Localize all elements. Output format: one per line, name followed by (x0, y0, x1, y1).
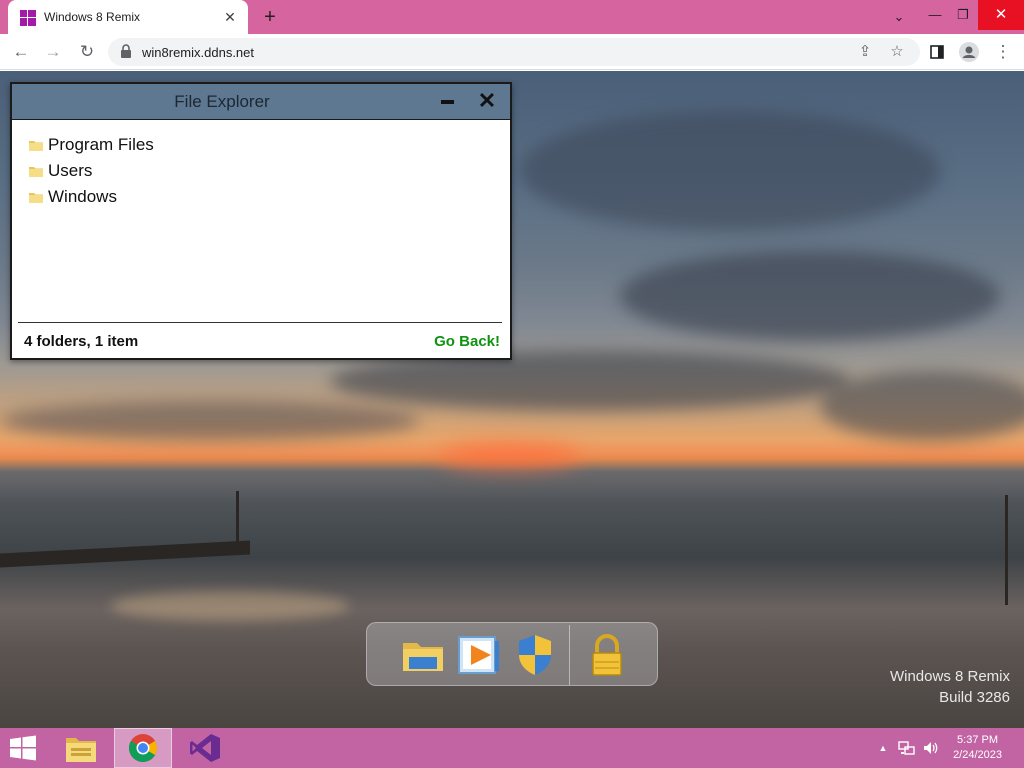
tab-title: Windows 8 Remix (44, 10, 141, 24)
close-icon[interactable]: ✕ (475, 88, 499, 114)
status-text: 4 folders, 1 item (24, 333, 139, 350)
visual-studio-icon (190, 734, 220, 762)
taskbar-app-chrome[interactable] (114, 728, 172, 768)
profile-icon[interactable] (956, 39, 982, 65)
side-panel-icon[interactable] (924, 39, 950, 65)
network-icon[interactable] (898, 740, 916, 756)
folder-item[interactable]: Windows (28, 184, 154, 210)
watermark-title: Windows 8 Remix (889, 668, 1010, 685)
chrome-icon (129, 734, 157, 762)
file-explorer-window[interactable]: File Explorer ✕ Program Files Users Wind… (10, 82, 512, 360)
dock-divider (569, 625, 570, 685)
taskbar-app-file-explorer[interactable] (52, 728, 110, 768)
window-titlebar[interactable]: File Explorer ✕ (12, 84, 510, 120)
go-back-link[interactable]: Go Back! (434, 333, 500, 350)
folder-label: Windows (48, 187, 117, 206)
folder-icon (29, 167, 43, 177)
os-watermark: Windows 8 Remix Build 3286 (890, 666, 1010, 708)
kebab-menu-icon[interactable]: ⋮ (990, 39, 1016, 65)
clock-time: 5:37 PM (957, 734, 999, 746)
minimize-icon[interactable] (438, 92, 458, 112)
restore-icon[interactable]: ❐ (946, 0, 980, 30)
plus-icon[interactable]: + (258, 5, 282, 29)
star-icon[interactable]: ☆ (886, 41, 908, 63)
close-icon[interactable]: ✕ (978, 0, 1024, 30)
taskbar: ▲ 5:37 PM 2/24/2023 (0, 728, 1024, 768)
taskbar-app-visual-studio[interactable] (176, 728, 234, 768)
file-explorer-icon[interactable] (399, 631, 447, 679)
clock-date: 2/24/2023 (953, 749, 1002, 761)
browser-tab[interactable]: Windows 8 Remix ✕ (8, 0, 248, 34)
file-explorer-icon (66, 738, 96, 762)
folder-label: Users (48, 161, 93, 180)
url-text: win8remix.ddns.net (142, 45, 254, 60)
folder-item[interactable]: Users (28, 158, 154, 184)
close-icon[interactable]: ✕ (220, 7, 240, 27)
chevron-down-icon[interactable]: ⌄ (882, 2, 916, 32)
address-bar[interactable]: win8remix.ddns.net ⇪ ☆ (108, 38, 920, 66)
browser-titlebar: Windows 8 Remix ✕ + ⌄ — ❐ ✕ (0, 0, 1024, 34)
volume-icon[interactable] (922, 740, 940, 756)
windows-logo-icon (20, 10, 36, 26)
lock-icon (121, 44, 131, 58)
folder-list: Program Files Users Windows (28, 132, 154, 210)
folder-icon (29, 193, 43, 203)
back-arrow-icon[interactable]: ← (8, 39, 34, 65)
start-button[interactable] (8, 735, 38, 761)
watermark-build: Build 3286 (939, 689, 1010, 706)
dock (366, 622, 658, 686)
media-player-icon[interactable] (455, 631, 503, 679)
folder-item[interactable]: Program Files (28, 132, 154, 158)
reload-icon[interactable]: ↻ (74, 39, 100, 65)
security-shield-icon[interactable] (511, 631, 559, 679)
chevron-up-icon[interactable]: ▲ (874, 740, 892, 756)
folder-icon (29, 141, 43, 151)
taskbar-clock[interactable]: 5:37 PM 2/24/2023 (953, 733, 1002, 763)
folder-label: Program Files (48, 135, 154, 154)
window-title: File Explorer (174, 92, 270, 111)
share-icon[interactable]: ⇪ (854, 41, 876, 63)
browser-toolbar: ← → ↻ win8remix.ddns.net ⇪ ☆ ⋮ (0, 34, 1024, 70)
forward-arrow-icon[interactable]: → (40, 39, 66, 65)
lock-icon[interactable] (583, 631, 631, 679)
status-divider (18, 322, 502, 323)
